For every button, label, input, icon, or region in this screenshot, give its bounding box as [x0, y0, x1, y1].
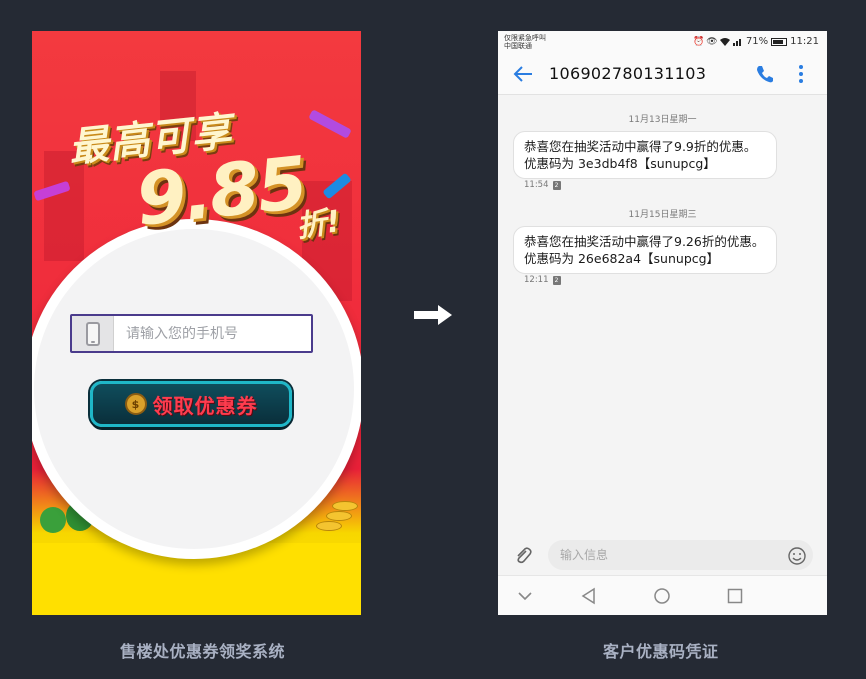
message-composer	[498, 536, 827, 576]
message-time: 11:54	[524, 180, 549, 190]
back-arrow-icon[interactable]	[512, 63, 534, 85]
alarm-icon: ⏰	[693, 36, 705, 47]
message-time: 12:11	[524, 275, 549, 285]
coin-decoration	[332, 501, 358, 511]
nav-recents-icon[interactable]	[726, 587, 744, 605]
battery-icon	[771, 37, 788, 46]
sim-badge: 2	[552, 180, 561, 190]
get-coupon-label: 领取优惠券	[152, 393, 258, 418]
status-bar: 仅限紧急呼叫 中国联通 ⏰ 👁 71% 11:21	[498, 31, 827, 53]
promo-discount: 9.85	[132, 140, 310, 242]
eye-icon: 👁	[706, 36, 718, 47]
tree-decoration	[40, 507, 66, 533]
coin-decoration	[326, 511, 352, 521]
message-thread: 11月13日星期一 恭喜您在抽奖活动中赢得了9.9折的优惠。优惠码为 3e3db…	[498, 95, 827, 515]
date-separator: 11月15日星期三	[628, 210, 697, 220]
date-separator: 11月13日星期一	[628, 115, 697, 125]
ribbon-decoration	[308, 109, 352, 139]
phone-number-field[interactable]	[70, 314, 313, 353]
system-nav-bar	[498, 575, 827, 615]
phone-number-input[interactable]	[114, 325, 311, 342]
call-icon[interactable]	[755, 64, 775, 84]
phone-handset-icon	[72, 316, 114, 351]
carrier-info: 仅限紧急呼叫 中国联通	[504, 34, 546, 50]
money-bag-icon: $	[124, 393, 147, 415]
more-vert-icon[interactable]	[794, 64, 808, 84]
sender-number: 106902780131103	[549, 64, 707, 83]
nav-back-icon[interactable]	[580, 587, 598, 605]
message-bubble[interactable]: 恭喜您在抽奖活动中赢得了9.26折的优惠。优惠码为 26e682a4【sunup…	[513, 226, 777, 274]
nav-home-icon[interactable]	[653, 587, 671, 605]
attach-icon[interactable]	[514, 546, 532, 566]
arrow-right-icon	[414, 305, 452, 325]
message-bubble[interactable]: 恭喜您在抽奖活动中赢得了9.9折的优惠。优惠码为 3e3db4f8【sunupc…	[513, 131, 777, 179]
conversation-header: 106902780131103	[498, 53, 827, 95]
battery-percent: 71%	[745, 36, 769, 47]
get-coupon-button[interactable]: $ 领取优惠券	[90, 381, 292, 427]
nav-collapse-icon[interactable]	[516, 587, 534, 605]
sms-caption: 客户优惠码凭证	[603, 642, 719, 661]
status-icons: ⏰ 👁 71% 11:21	[693, 36, 819, 47]
promo-caption: 售楼处优惠券领奖系统	[120, 642, 286, 661]
emoji-icon[interactable]	[788, 547, 806, 565]
message-meta: 11:54 2	[524, 180, 561, 190]
clock: 11:21	[790, 36, 819, 47]
sms-screen: 仅限紧急呼叫 中国联通 ⏰ 👁 71% 11:21 10690278013110…	[498, 31, 827, 615]
promo-screen: 最高可享 9.85 折! $ 领取优惠券	[32, 31, 361, 615]
coin-decoration	[316, 521, 342, 531]
message-meta: 12:11 2	[524, 275, 561, 285]
signal-icon	[732, 37, 743, 47]
wifi-icon	[719, 37, 730, 47]
carrier-line-2: 中国联通	[504, 42, 532, 50]
message-input[interactable]	[548, 540, 813, 570]
carrier-line-1: 仅限紧急呼叫	[504, 34, 546, 42]
sim-badge: 2	[552, 275, 561, 285]
promo-discount-unit: 折!	[294, 204, 343, 245]
